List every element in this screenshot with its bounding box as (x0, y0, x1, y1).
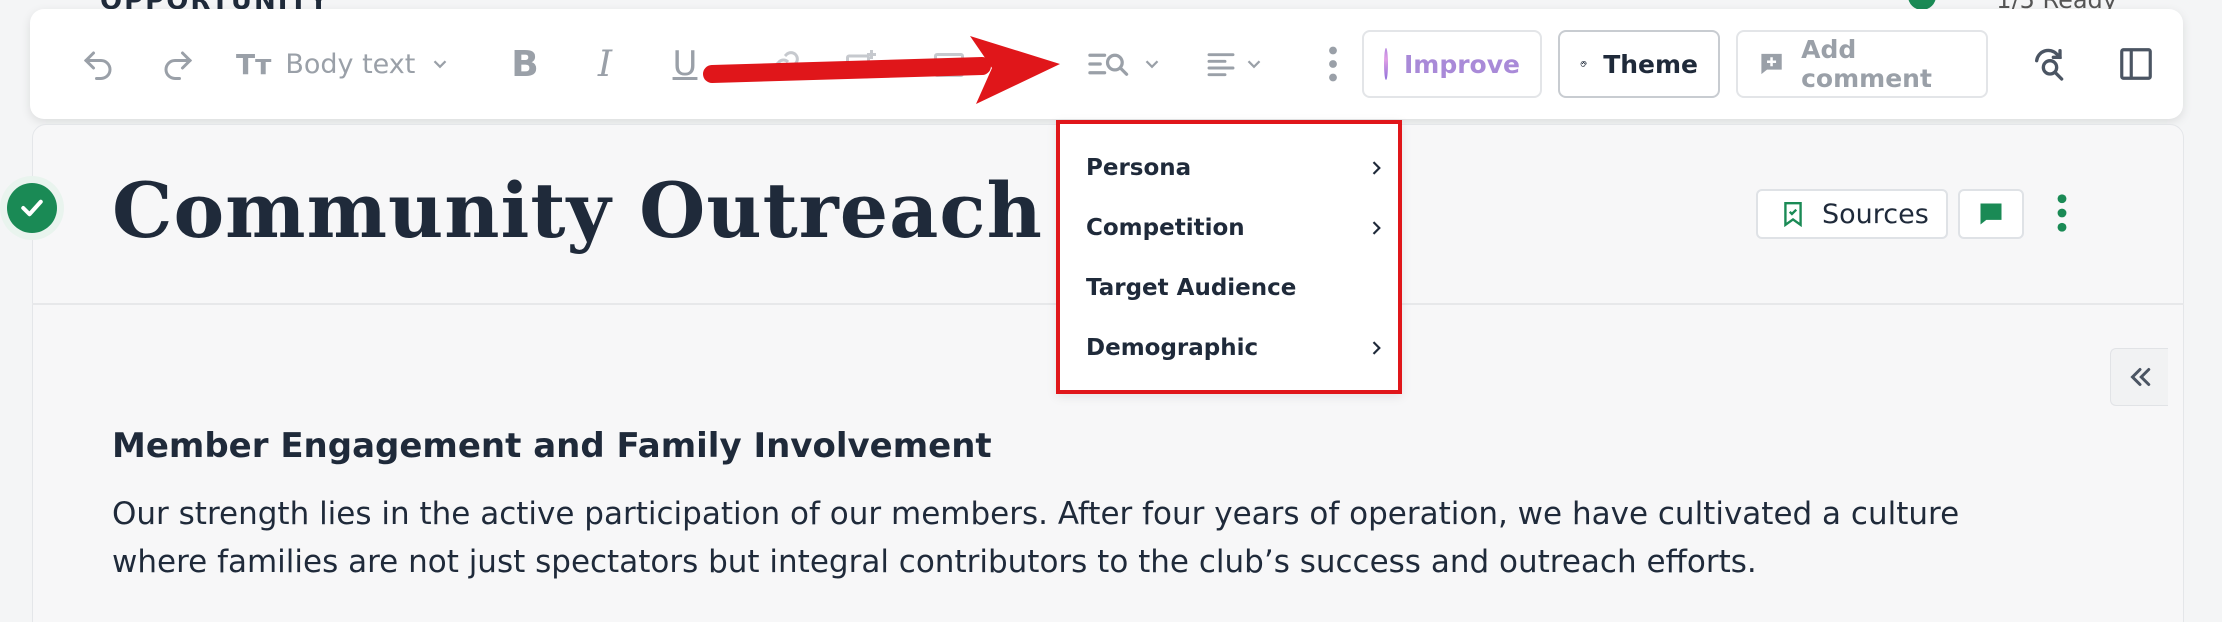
comments-button[interactable] (1958, 189, 2024, 239)
chevrons-left-icon (2129, 368, 2150, 386)
editor-toolbar: Tт Body text B I U Improve Theme Add com… (30, 9, 2183, 119)
undo-icon[interactable] (74, 41, 122, 89)
improve-button[interactable]: Improve (1362, 30, 1542, 98)
text-style-dropdown[interactable]: Tт Body text (236, 39, 451, 89)
add-comment-label: Add comment (1801, 35, 1932, 93)
search-text-icon (1088, 53, 1129, 76)
menu-item-label: Target Audience (1086, 275, 1297, 301)
align-dropdown-button[interactable] (1190, 39, 1280, 89)
more-options-icon[interactable] (1310, 39, 1356, 89)
toggle-sidebar-icon[interactable] (2110, 39, 2162, 89)
menu-item-competition[interactable]: Competition (1086, 208, 1386, 248)
section-menu-icon[interactable] (2056, 194, 2068, 236)
chevron-right-icon (1372, 221, 1381, 235)
bold-icon[interactable]: B (500, 39, 550, 89)
check-icon (21, 199, 43, 217)
menu-item-label: Persona (1086, 155, 1192, 181)
palette-icon (1580, 61, 1587, 67)
body-paragraph[interactable]: Our strength lies in the active particip… (112, 490, 2012, 586)
section-heading: Member Engagement and Family Involvement (112, 426, 992, 466)
sources-label: Sources (1822, 198, 1929, 230)
menu-item-target-audience[interactable]: Target Audience (1086, 268, 1386, 308)
menu-item-persona[interactable]: Persona (1086, 148, 1386, 188)
section-complete-badge[interactable] (0, 176, 64, 240)
annotation-arrow (703, 36, 1060, 104)
menu-item-demographic[interactable]: Demographic (1086, 328, 1386, 368)
comment-icon (1980, 203, 2002, 225)
improve-label: Improve (1403, 49, 1520, 79)
text-size-icon: Tт (236, 47, 272, 81)
italic-icon[interactable]: I (580, 39, 630, 89)
research-dropdown-button[interactable] (1070, 39, 1180, 89)
text-style-label: Body text (285, 48, 416, 80)
theme-button[interactable]: Theme (1558, 30, 1720, 98)
page-title: Community Outreach (112, 166, 1043, 255)
redo-icon[interactable] (154, 41, 202, 89)
add-comment-button[interactable]: Add comment (1736, 30, 1988, 98)
chevron-down-icon (1145, 60, 1159, 69)
add-comment-icon (1761, 53, 1782, 75)
sources-button[interactable]: Sources (1756, 189, 1948, 239)
menu-item-label: Competition (1086, 215, 1245, 241)
chevron-right-icon (1372, 341, 1381, 355)
chevron-right-icon (1372, 161, 1381, 175)
chevron-down-icon (434, 60, 447, 69)
ai-sparkle-icon (1384, 48, 1388, 80)
find-replace-icon[interactable] (2024, 39, 2076, 89)
theme-label: Theme (1603, 49, 1698, 79)
chevron-down-icon (1247, 60, 1261, 69)
bookmark-icon (1784, 201, 1802, 227)
menu-item-label: Demographic (1086, 335, 1259, 361)
collapse-panel-button[interactable] (2110, 348, 2168, 406)
research-dropdown-menu: Persona Competition Target Audience Demo… (1056, 120, 1402, 394)
align-left-icon (1207, 53, 1235, 77)
